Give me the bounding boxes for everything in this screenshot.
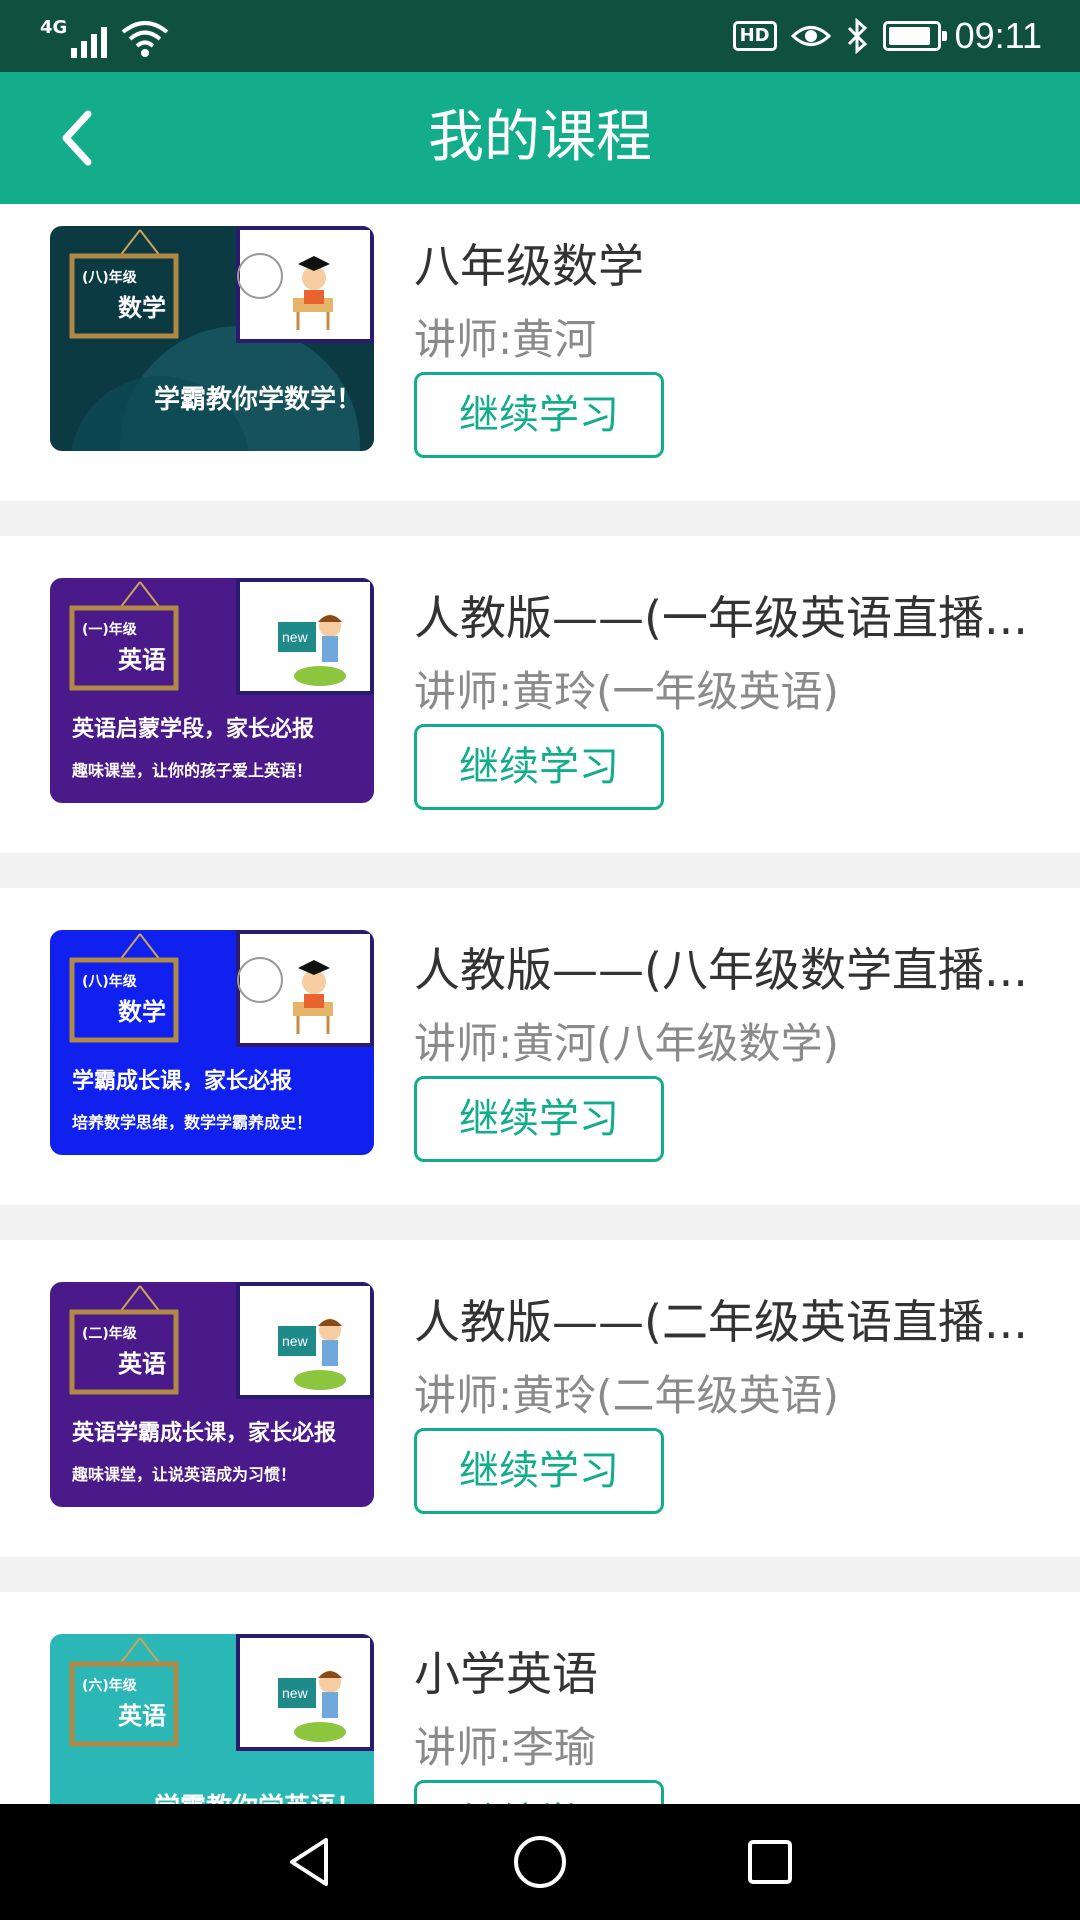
course-title[interactable]: 八年级数学 — [414, 230, 1046, 296]
course-thumbnail[interactable]: (八)年级数学学霸成长课，家长必报培养数学思维，数学学霸养成史！ — [50, 930, 374, 1155]
status-bar: 4G HD 09:11 — [0, 0, 1080, 72]
svg-text:new: new — [282, 1685, 309, 1701]
clock: 09:11 — [954, 15, 1042, 56]
course-card[interactable]: (八)年级数学学霸成长课，家长必报培养数学思维，数学学霸养成史！ 人教版——(八年… — [0, 888, 1080, 1205]
course-teacher: 讲师:李瑜 — [414, 1723, 597, 1772]
bluetooth-icon — [847, 18, 867, 54]
thumb-subtitle: 趣味课堂，让你的孩子爱上英语！ — [71, 761, 312, 780]
wifi-icon — [122, 21, 169, 57]
course-thumbnail[interactable]: (八)年级数学学霸教你学数学！ — [50, 226, 374, 451]
status-right: HD 09:11 — [732, 14, 1042, 58]
thumb-slogan: 学霸教你学英语！ — [154, 1792, 362, 1804]
course-list[interactable]: (八)年级 数学 学霸教你学数学！ 八年级数学 讲师:黄河 继续学习 new (一)年级 英语英… — [0, 204, 1080, 1804]
home-circle-icon[interactable] — [510, 1832, 570, 1892]
thumb-subject: 英语 — [118, 1350, 166, 1378]
course-title[interactable]: 人教版——(一年级英语直播... — [414, 582, 1046, 648]
thumb-subject: 英语 — [118, 646, 166, 674]
course-title[interactable]: 小学英语 — [414, 1638, 1046, 1704]
status-left: 4G — [40, 14, 169, 58]
hd-badge: HD — [732, 21, 777, 51]
thumb-grade: (一)年级 — [82, 621, 138, 638]
course-title[interactable]: 人教版——(八年级数学直播... — [414, 934, 1046, 1000]
svg-text:new: new — [282, 629, 309, 645]
thumb-subject: 数学 — [118, 294, 166, 322]
continue-learning-button[interactable]: 继续学习 — [414, 1076, 664, 1162]
course-card[interactable]: new (二)年级英语英语学霸成长课，家长必报趣味课堂，让说英语成为习惯！ 人教版—… — [0, 1240, 1080, 1557]
course-teacher: 讲师:黄河(八年级数学) — [414, 1019, 839, 1068]
continue-learning-button[interactable]: 继续学习 — [414, 1428, 664, 1514]
navigation-bar — [0, 1804, 1080, 1920]
battery-icon — [882, 21, 947, 51]
course-teacher: 讲师:黄玲(二年级英语) — [414, 1371, 839, 1420]
thumb-slogan: 英语学霸成长课，家长必报 — [72, 1420, 336, 1446]
course-thumbnail[interactable]: new (二)年级英语英语学霸成长课，家长必报趣味课堂，让说英语成为习惯！ — [50, 1282, 374, 1507]
continue-learning-button[interactable]: 继续学习 — [414, 1780, 664, 1804]
course-thumbnail[interactable]: new (一)年级英语英语启蒙学段，家长必报趣味课堂，让你的孩子爱上英语！ — [50, 578, 374, 803]
thumb-subtitle: 培养数学思维，数学学霸养成史！ — [72, 1113, 312, 1132]
thumb-grade: (二)年级 — [82, 1325, 138, 1342]
signal-icon: 4G — [40, 17, 108, 58]
thumb-slogan: 学霸教你学数学！ — [154, 384, 362, 415]
course-teacher: 讲师:黄玲(一年级英语) — [414, 667, 839, 716]
thumb-grade: (六)年级 — [82, 1677, 138, 1694]
eye-icon — [790, 26, 831, 46]
thumb-slogan: 学霸成长课，家长必报 — [72, 1068, 292, 1094]
course-title[interactable]: 人教版——(二年级英语直播... — [414, 1286, 1046, 1352]
continue-learning-button[interactable]: 继续学习 — [414, 372, 664, 458]
course-card[interactable]: (八)年级数学学霸教你学数学！ 八年级数学讲师:黄河继续学习 — [0, 204, 1080, 501]
course-thumbnail[interactable]: new (六)年级英语学霸教你学英语！ — [50, 1634, 374, 1804]
thumb-subtitle: 趣味课堂，让说英语成为习惯！ — [71, 1465, 296, 1484]
recents-square-icon[interactable] — [740, 1832, 800, 1892]
svg-text:new: new — [282, 1333, 309, 1349]
thumb-grade: (八)年级 — [82, 269, 138, 286]
network-type: 4G — [40, 17, 68, 38]
page-title: 我的课程 — [428, 105, 652, 170]
course-card[interactable]: new (六)年级英语学霸教你学英语！ 小学英语讲师:李瑜继续学习 — [0, 1592, 1080, 1804]
course-teacher: 讲师:黄河 — [414, 315, 597, 364]
thumb-grade: (八)年级 — [82, 973, 138, 990]
app-bar: 我的课程 — [0, 72, 1080, 204]
thumb-subject: 英语 — [118, 1702, 166, 1730]
continue-learning-button[interactable]: 继续学习 — [414, 724, 664, 810]
course-card[interactable]: new (一)年级英语英语启蒙学段，家长必报趣味课堂，让你的孩子爱上英语！ 人教版—… — [0, 536, 1080, 853]
back-triangle-icon[interactable] — [280, 1832, 340, 1892]
thumb-subject: 数学 — [118, 998, 166, 1026]
thumb-slogan: 英语启蒙学段，家长必报 — [72, 716, 314, 742]
